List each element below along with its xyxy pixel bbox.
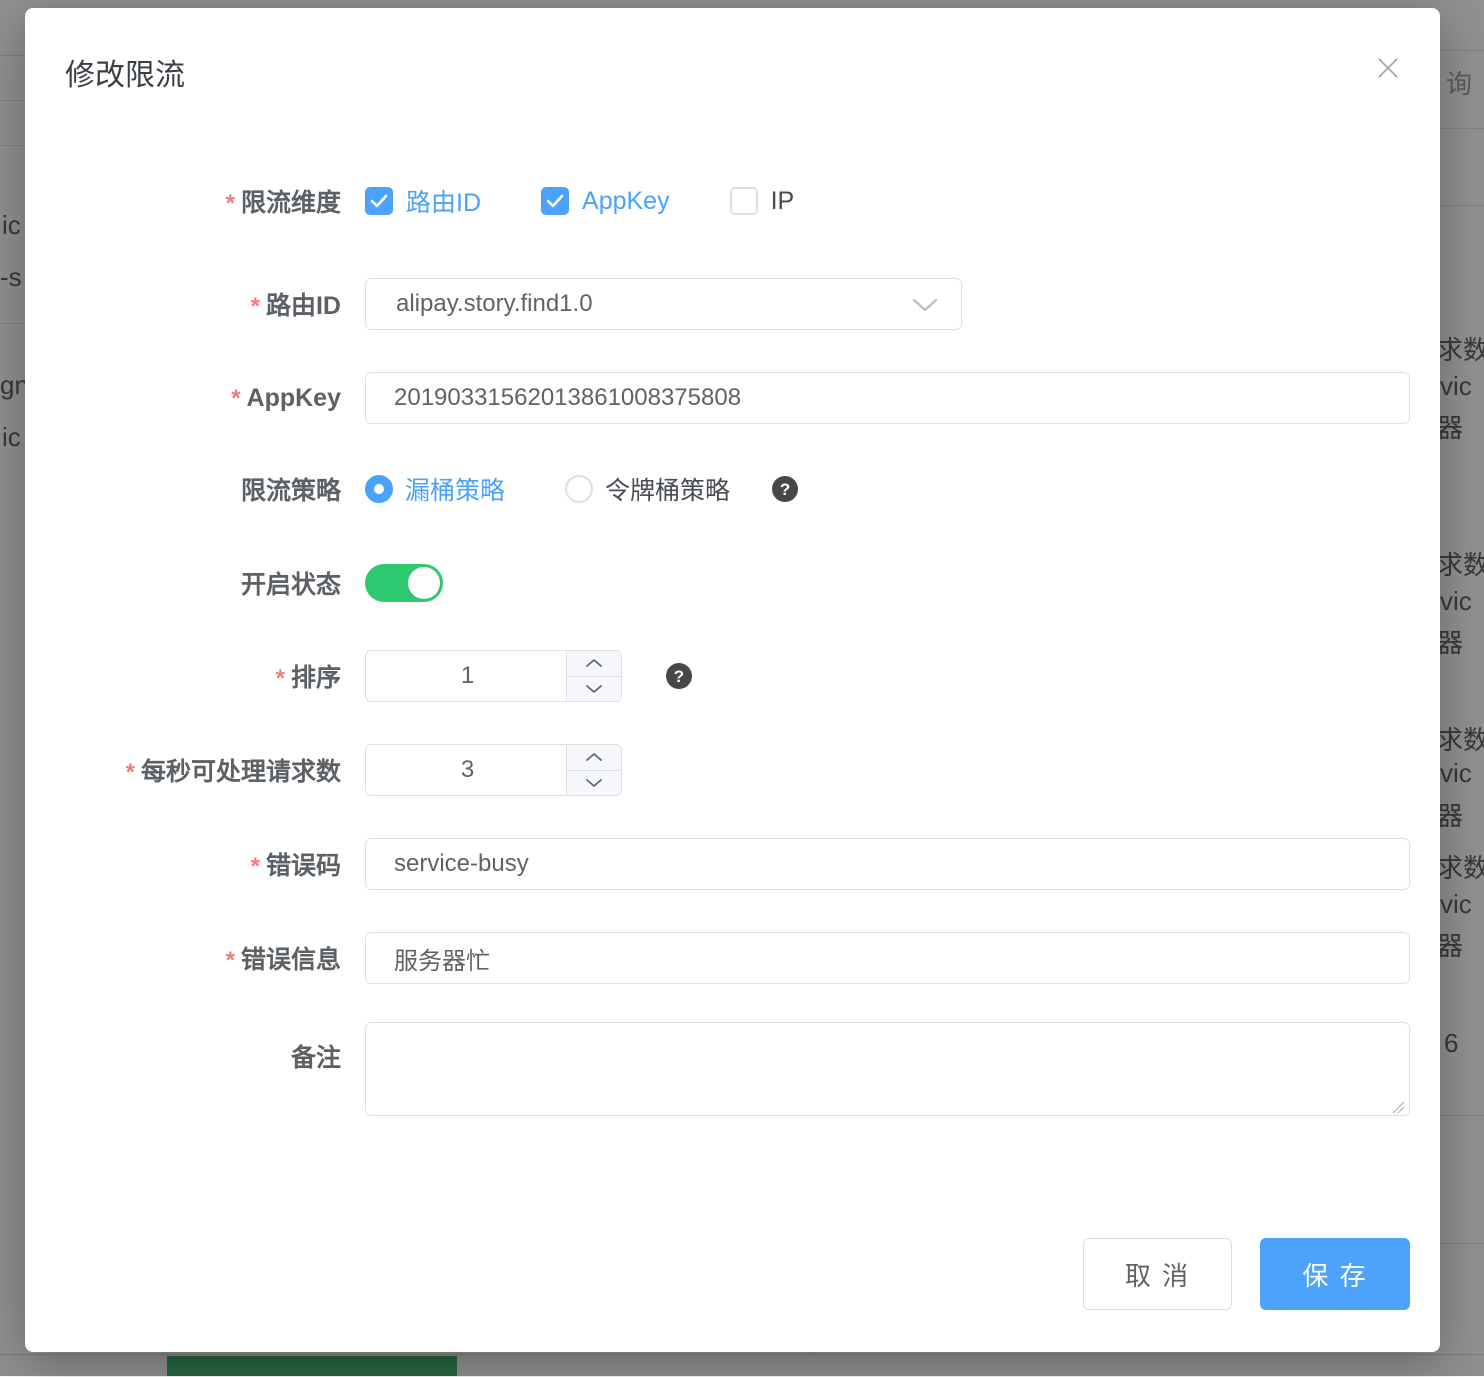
form-row-appkey: *AppKey [25,372,1410,424]
checkbox-label: AppKey [582,187,670,216]
field-label-route-id: *路由ID [25,286,365,322]
chevron-up-icon [585,752,603,762]
form-row-error-message: *错误信息 [25,932,1410,984]
required-asterisk: * [231,385,240,412]
close-button[interactable] [1370,50,1406,86]
field-label-enabled: *开启状态 [25,565,365,601]
form-row-qps: *每秒可处理请求数 [25,744,1410,796]
radio-unselected-icon[interactable] [565,475,593,503]
form-row-sort: *排序 [25,650,1410,702]
error-message-input[interactable] [365,932,1410,984]
checkbox-checked-icon[interactable] [541,187,569,215]
checkbox-ip[interactable]: IP [730,187,795,216]
form-row-route-id: *路由ID alipay.story.find1.0 [25,278,1410,330]
form-row-error-code: *错误码 [25,838,1410,890]
appkey-input[interactable] [365,372,1410,424]
checkbox-checked-icon[interactable] [365,187,393,215]
checkbox-unchecked-icon[interactable] [730,187,758,215]
chevron-up-icon [585,658,603,668]
route-id-selected-value: alipay.story.find1.0 [396,290,593,318]
required-asterisk: * [251,853,260,880]
error-code-input[interactable] [365,838,1410,890]
required-asterisk: * [226,190,235,217]
edit-rate-limit-dialog: 修改限流 *限流维度 路由ID AppKey IP [25,8,1440,1352]
field-label-sort: *排序 [25,658,365,694]
field-label-error-message: *错误信息 [25,940,365,976]
required-asterisk: * [251,293,260,320]
stepper-decrease-button[interactable] [567,771,621,796]
dialog-title: 修改限流 [65,50,185,94]
required-asterisk: * [226,947,235,974]
stepper-increase-button[interactable] [567,651,621,677]
route-id-select[interactable]: alipay.story.find1.0 [365,278,962,330]
form-row-enabled: *开启状态 [25,564,1410,602]
form-row-dimension: *限流维度 路由ID AppKey IP [25,186,1410,216]
field-label-error-code: *错误码 [25,846,365,882]
chevron-down-icon [911,297,939,318]
radio-label: 令牌桶策略 [605,471,730,507]
field-label-appkey: *AppKey [25,384,365,413]
cancel-button[interactable]: 取 消 [1083,1238,1232,1310]
chevron-down-icon [585,778,603,788]
radio-leaky-bucket[interactable]: 漏桶策略 [365,471,505,507]
checkbox-route-id[interactable]: 路由ID [365,183,481,219]
field-label-dimension: *限流维度 [25,183,365,219]
checkbox-label: IP [771,187,795,216]
sort-number-input [365,650,622,702]
enabled-toggle-on[interactable] [365,564,443,602]
radio-label: 漏桶策略 [405,471,505,507]
chevron-down-icon [585,684,603,694]
qps-number-input [365,744,622,796]
checkbox-appkey[interactable]: AppKey [541,187,670,216]
remark-textarea[interactable] [365,1022,1410,1116]
help-icon[interactable] [666,663,692,689]
field-label-remark: *备注 [25,1022,365,1074]
required-asterisk: * [126,759,135,786]
required-asterisk: * [276,665,285,692]
radio-selected-icon[interactable] [365,475,393,503]
stepper-decrease-button[interactable] [567,677,621,702]
radio-token-bucket[interactable]: 令牌桶策略 [565,471,730,507]
save-button[interactable]: 保 存 [1260,1238,1410,1310]
close-icon [1373,53,1403,83]
field-label-strategy: *限流策略 [25,471,365,507]
form-row-remark: *备注 [25,1022,1410,1116]
stepper-increase-button[interactable] [567,745,621,771]
help-icon[interactable] [772,476,798,502]
dialog-footer: 取 消 保 存 [1083,1238,1410,1310]
field-label-qps: *每秒可处理请求数 [25,752,365,788]
checkbox-label: 路由ID [406,183,481,219]
form-row-strategy: *限流策略 漏桶策略 令牌桶策略 [25,473,1410,505]
